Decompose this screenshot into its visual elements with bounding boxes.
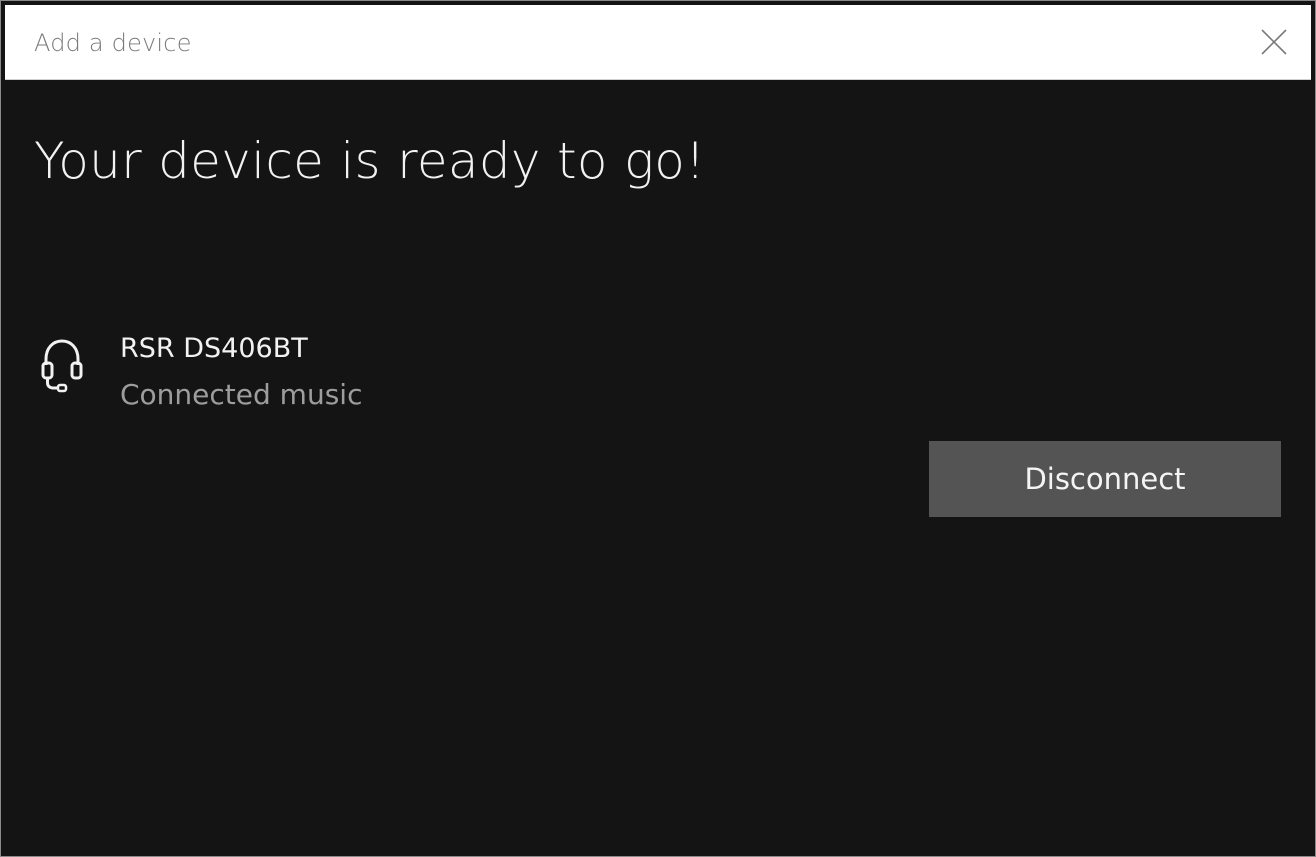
device-status: Connected music xyxy=(120,378,363,411)
add-device-dialog: Add a device Your device is ready to go!… xyxy=(0,0,1316,857)
device-item: RSR DS406BT Connected music xyxy=(38,330,538,420)
page-title: Your device is ready to go! xyxy=(34,132,706,190)
disconnect-button[interactable]: Disconnect xyxy=(929,441,1281,517)
dialog-content: Your device is ready to go! RSR DS406BT … xyxy=(5,80,1311,856)
title-bar: Add a device xyxy=(5,5,1311,80)
headset-icon xyxy=(41,339,83,393)
window-title: Add a device xyxy=(34,29,192,57)
device-name: RSR DS406BT xyxy=(120,333,308,364)
close-icon xyxy=(1261,29,1287,55)
close-button[interactable] xyxy=(1251,19,1297,65)
